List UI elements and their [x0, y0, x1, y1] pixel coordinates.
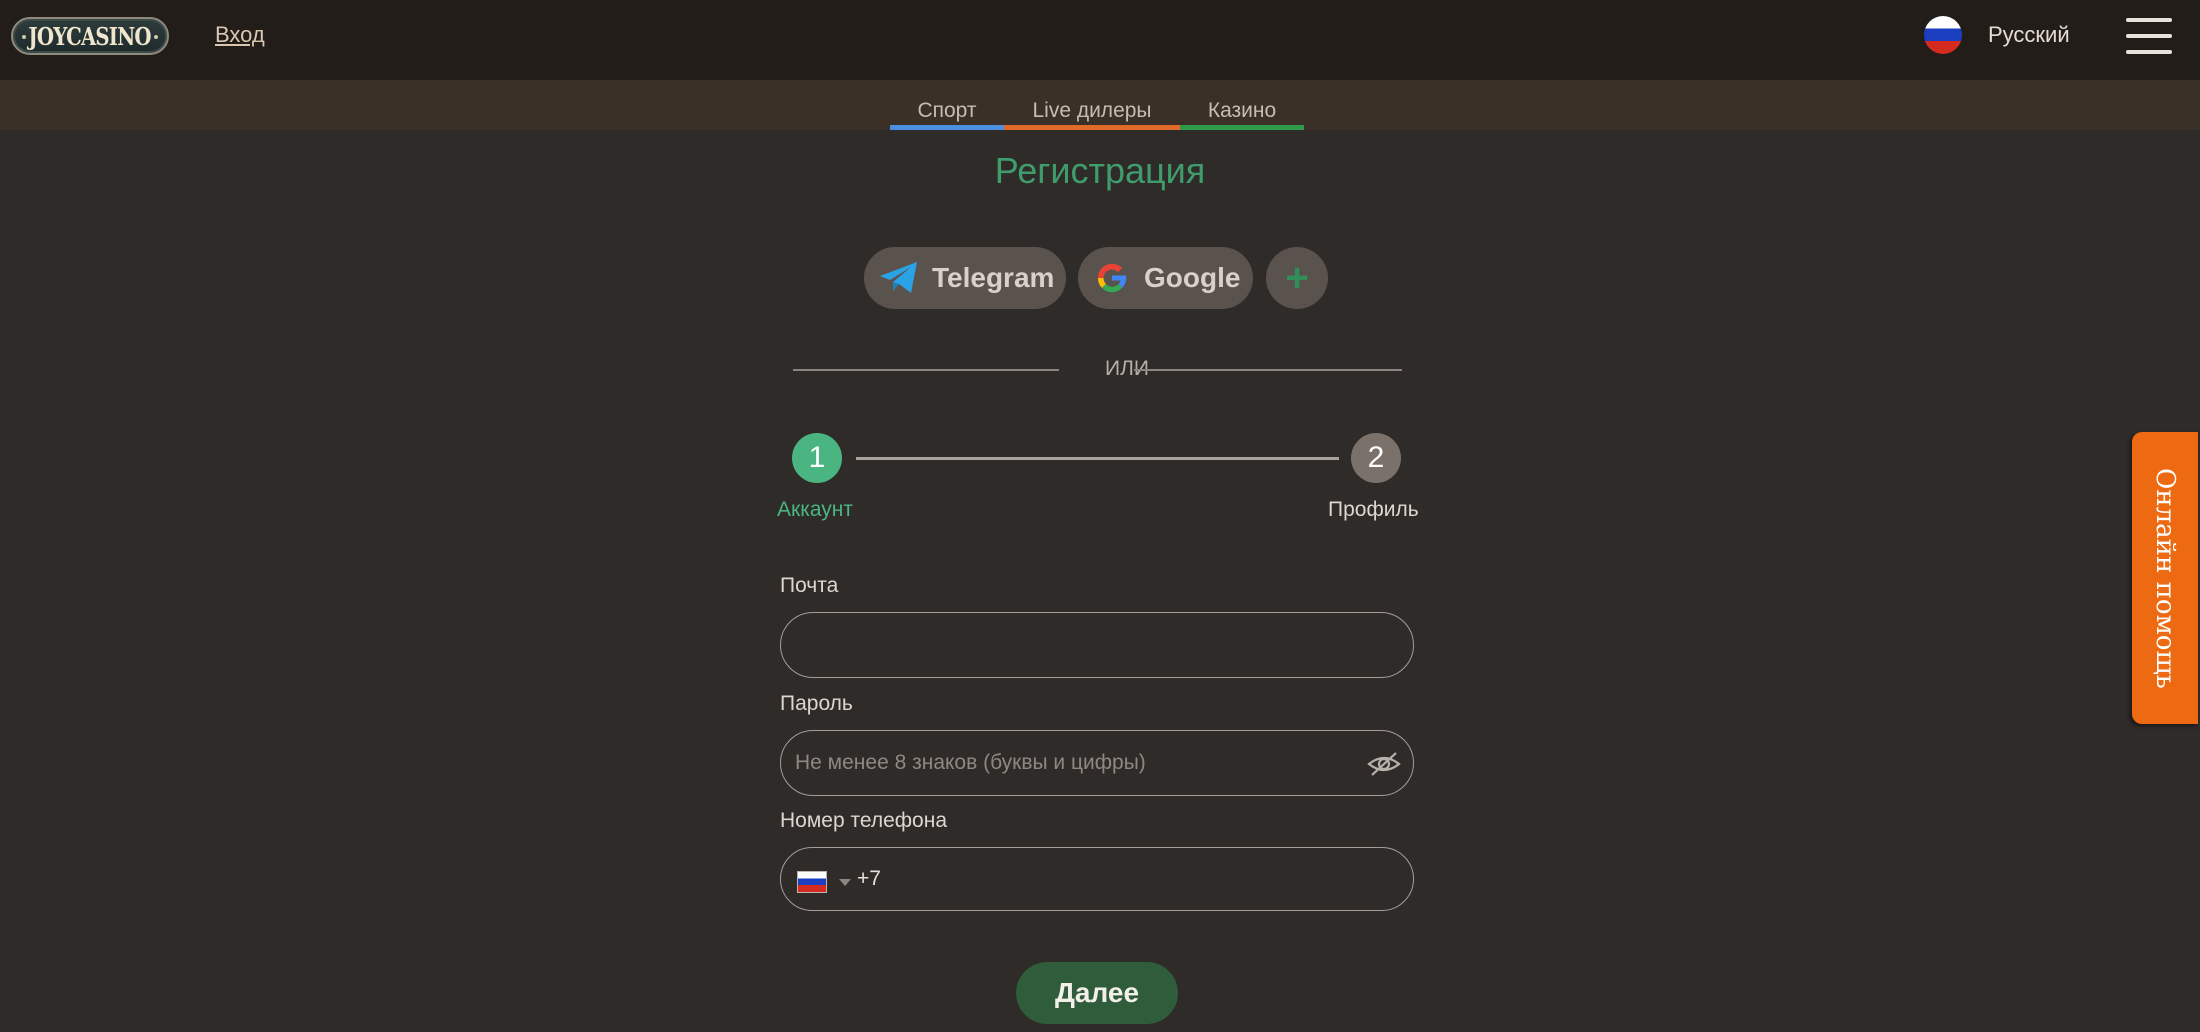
step-1-label: Аккаунт: [777, 498, 854, 521]
hamburger-menu-icon[interactable]: [2126, 18, 2172, 54]
page-title: Регистрация: [994, 150, 1206, 191]
google-icon: [1092, 258, 1132, 298]
phone-field-wrapper: [780, 847, 1414, 911]
stepper-connector: [856, 457, 1339, 460]
menu-line: [2126, 50, 2172, 54]
top-header: JOYCASINO Вход Русский: [0, 0, 2200, 80]
logo-text: JOYCASINO: [28, 21, 152, 51]
login-link[interactable]: Вход: [215, 22, 265, 48]
joycasino-logo[interactable]: JOYCASINO: [11, 17, 169, 55]
tab-live-dealers-label: Live дилеры: [1032, 99, 1152, 122]
phone-label: Номер телефона: [780, 809, 948, 832]
online-help-label: Онлайн помощь: [2150, 467, 2180, 689]
more-login-options-button[interactable]: +: [1266, 247, 1328, 309]
password-label: Пароль: [780, 692, 853, 715]
eye-hidden-icon[interactable]: [1367, 750, 1401, 778]
telegram-login-button[interactable]: Telegram: [864, 247, 1066, 309]
plus-icon: +: [1285, 255, 1309, 300]
tab-sport[interactable]: Спорт: [890, 99, 1004, 130]
step-2-number: 2: [1367, 441, 1385, 474]
telegram-label: Telegram: [932, 262, 1055, 293]
step-1-circle: 1: [792, 433, 842, 483]
online-help-tab[interactable]: Онлайн помощь: [2132, 432, 2198, 724]
email-field[interactable]: [781, 613, 1413, 677]
logo-dot-right: [154, 35, 158, 39]
tab-live-dealers-underline: [1004, 125, 1180, 130]
tab-casino-underline: [1180, 125, 1304, 130]
category-bar: Спорт Live дилеры Казино: [0, 80, 2200, 130]
menu-line: [2126, 18, 2172, 22]
phone-input-container: [855, 848, 1393, 910]
step-2-circle: 2: [1351, 433, 1401, 483]
google-login-button[interactable]: Google: [1078, 247, 1253, 309]
tab-sport-label: Спорт: [917, 99, 977, 122]
google-label: Google: [1144, 262, 1241, 293]
language-label[interactable]: Русский: [1988, 22, 2070, 48]
phone-field[interactable]: [855, 848, 1393, 910]
tab-live-dealers[interactable]: Live дилеры: [1004, 99, 1180, 130]
telegram-icon: [878, 260, 920, 296]
russia-flag-icon[interactable]: [1924, 16, 1962, 54]
menu-line: [2126, 34, 2172, 38]
country-dropdown-caret-icon[interactable]: [839, 879, 851, 886]
tab-sport-underline: [890, 125, 1004, 130]
tab-casino[interactable]: Казино: [1180, 99, 1304, 130]
divider-line-left: [793, 369, 1059, 371]
divider-line-right: [1134, 369, 1402, 371]
next-button[interactable]: Далее: [1016, 962, 1178, 1024]
email-label: Почта: [780, 574, 839, 597]
russia-flag-icon[interactable]: [797, 871, 827, 893]
step-1-number: 1: [808, 441, 826, 474]
step-2-label: Профиль: [1328, 498, 1419, 521]
password-field[interactable]: [781, 731, 1413, 795]
tab-casino-label: Казино: [1207, 99, 1277, 122]
email-field-wrapper: [780, 612, 1414, 678]
password-field-wrapper: [780, 730, 1414, 796]
logo-dot-left: [22, 35, 26, 39]
